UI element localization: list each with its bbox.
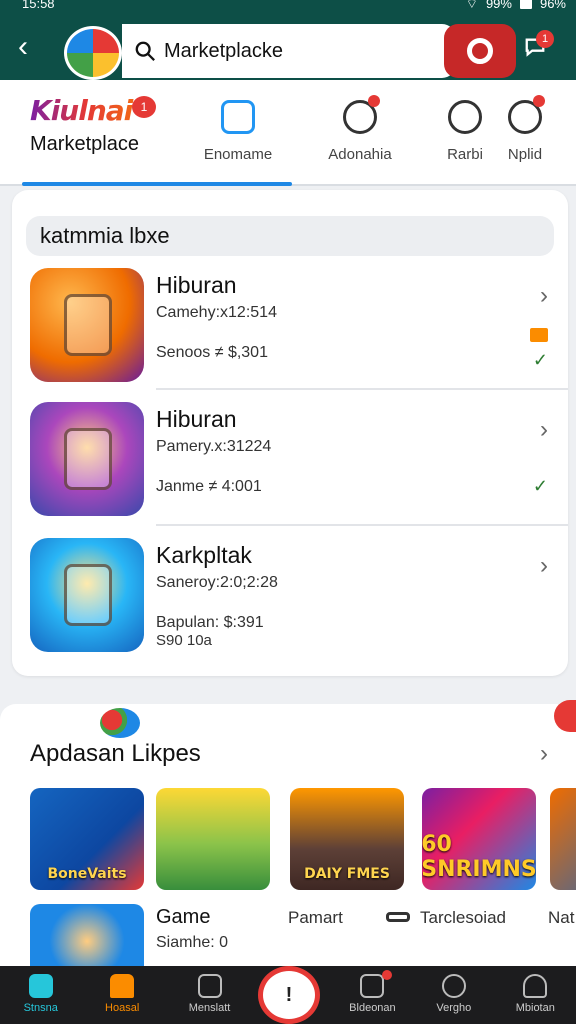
battery-icon [519, 0, 532, 9]
item-title: Hiburan [156, 272, 237, 298]
item-price: Bapulan: $:391 [156, 614, 264, 631]
tab-label: Marketplace [30, 133, 139, 155]
divider [156, 524, 568, 526]
tab-adonahia[interactable]: Adonahia [318, 95, 402, 163]
chevron-right-icon: › [540, 552, 548, 579]
item-thumbnail [30, 538, 144, 652]
picture-icon [360, 974, 385, 998]
nav-hoasal[interactable]: Hoasal [81, 966, 162, 1024]
tab-nplid[interactable]: Nplid [500, 95, 550, 163]
chat-bubble-icon [343, 95, 380, 134]
category-tabs: Kiulnai 1 Marketplace Enomame Adonahia R… [0, 80, 576, 186]
search-icon [135, 41, 155, 61]
list-item[interactable]: Karkpltak Saneroy:2:0;2:28 Bapulan: $:39… [30, 538, 566, 670]
status-bar: 15:58 ⌔ 99% 96% [0, 0, 576, 14]
profile-icon [523, 974, 548, 998]
game-tile[interactable]: BoneVaits [30, 788, 144, 890]
tab-label: Rarbi [447, 146, 483, 163]
list-item[interactable]: Hiburan Camehy:x12:514 Senoos ≠ $,301 › … [30, 268, 566, 400]
tab-marketplace[interactable]: Kiulnai 1 Marketplace [30, 94, 170, 156]
game-tile[interactable]: 60 SNRIMNS [422, 788, 536, 890]
brand-badge: 1 [132, 96, 156, 118]
toggle-icon [386, 912, 410, 922]
active-tab-indicator [22, 182, 292, 186]
panel-title: Apdasan Likpes [30, 740, 201, 767]
item-price: Senoos ≠ $,301 [156, 344, 268, 361]
chevron-right-icon[interactable]: › [540, 740, 548, 768]
game-tile[interactable] [156, 788, 270, 890]
smiley-icon [448, 100, 482, 134]
chevron-right-icon: › [540, 282, 548, 309]
list-item[interactable]: Hiburan Pamery.x:31224 Janme ≠ 4:001 › ✓ [30, 402, 566, 534]
item-detail: Pamery.x:31224 [156, 438, 272, 455]
tab-label: Adonahia [328, 146, 392, 163]
item-title: Hiburan [156, 406, 237, 432]
search-button[interactable] [444, 24, 516, 78]
app-logo [64, 26, 122, 80]
nav-menslatt[interactable]: Menslatt [163, 966, 256, 1024]
tab-rarbi[interactable]: Rarbi [440, 100, 490, 163]
item-extra: S90 10a [156, 632, 212, 649]
top-app-bar: 15:58 ⌔ 99% 96% ‹ 1 [0, 0, 576, 80]
game-subtitle: Siamhe: 0 [156, 934, 229, 951]
chevron-right-icon: › [540, 416, 548, 443]
check-icon: ✓ [532, 350, 548, 370]
shield-icon [508, 95, 545, 134]
close-icon[interactable] [554, 700, 576, 732]
divider [156, 388, 568, 390]
status-time: 15:58 [22, 0, 55, 11]
panel-logo [100, 708, 140, 738]
home-icon [28, 974, 53, 998]
listing-card: katmmia lbxe Hiburan Camehy:x12:514 Seno… [12, 190, 568, 676]
tab-label: Enomame [203, 146, 273, 163]
item-detail: Saneroy:2:0;2:28 [156, 574, 278, 591]
game-thumbnail[interactable] [30, 904, 144, 966]
nav-vergho[interactable]: Vergho [413, 966, 494, 1024]
chat-icon [197, 974, 222, 998]
game-tile[interactable]: DAIY FMES [290, 788, 404, 890]
nav-home[interactable]: Stnsna [0, 966, 81, 1024]
featured-apps-panel: Apdasan Likpes › BoneVaits DAIY FMES 60 … [0, 700, 576, 966]
item-price: Janme ≠ 4:001 [156, 478, 262, 495]
item-detail: Camehy:x12:514 [156, 304, 277, 321]
notification-button[interactable]: 1 [524, 30, 554, 62]
check-icon: ✓ [532, 476, 548, 496]
game-tile[interactable] [550, 788, 576, 890]
item-title: Karkpltak [156, 542, 252, 568]
tag-icon [530, 328, 548, 342]
item-thumbnail [30, 268, 144, 382]
nav-mbiotan[interactable]: Mbiotan [495, 966, 576, 1024]
search-ring-icon [467, 38, 493, 64]
filter-chip[interactable]: Pamart [288, 908, 343, 928]
tab-enomame[interactable]: Enomame [198, 100, 278, 163]
game-title: 60 SNRIMNS [422, 832, 536, 882]
item-thumbnail [30, 402, 144, 516]
tab-label: Nplid [507, 146, 543, 163]
games-carousel: BoneVaits DAIY FMES 60 SNRIMNS [30, 788, 576, 890]
section-header: katmmia lbxe [26, 216, 554, 256]
nav-bldeonan[interactable]: Bldeonan [332, 966, 413, 1024]
search-input[interactable] [164, 39, 414, 63]
center-action-button[interactable]: ! [258, 966, 320, 1024]
search-bar[interactable] [122, 24, 456, 78]
back-arrow-icon[interactable]: ‹ [18, 32, 46, 64]
copy-icon [221, 100, 255, 134]
filter-chip[interactable]: Tarclesoiad [420, 908, 506, 928]
wifi-icon: ⌔ [465, 0, 478, 11]
game-title: DAIY FMES [304, 866, 390, 882]
game-title: BoneVaits [47, 866, 127, 882]
notification-badge: 1 [536, 30, 554, 48]
filter-chip[interactable]: Nat [548, 908, 574, 928]
person-icon [441, 974, 466, 998]
wifi-level: 99% [485, 0, 512, 11]
bag-icon [110, 974, 135, 998]
battery-level: 96% [539, 0, 566, 11]
game-name: Game [156, 906, 211, 928]
